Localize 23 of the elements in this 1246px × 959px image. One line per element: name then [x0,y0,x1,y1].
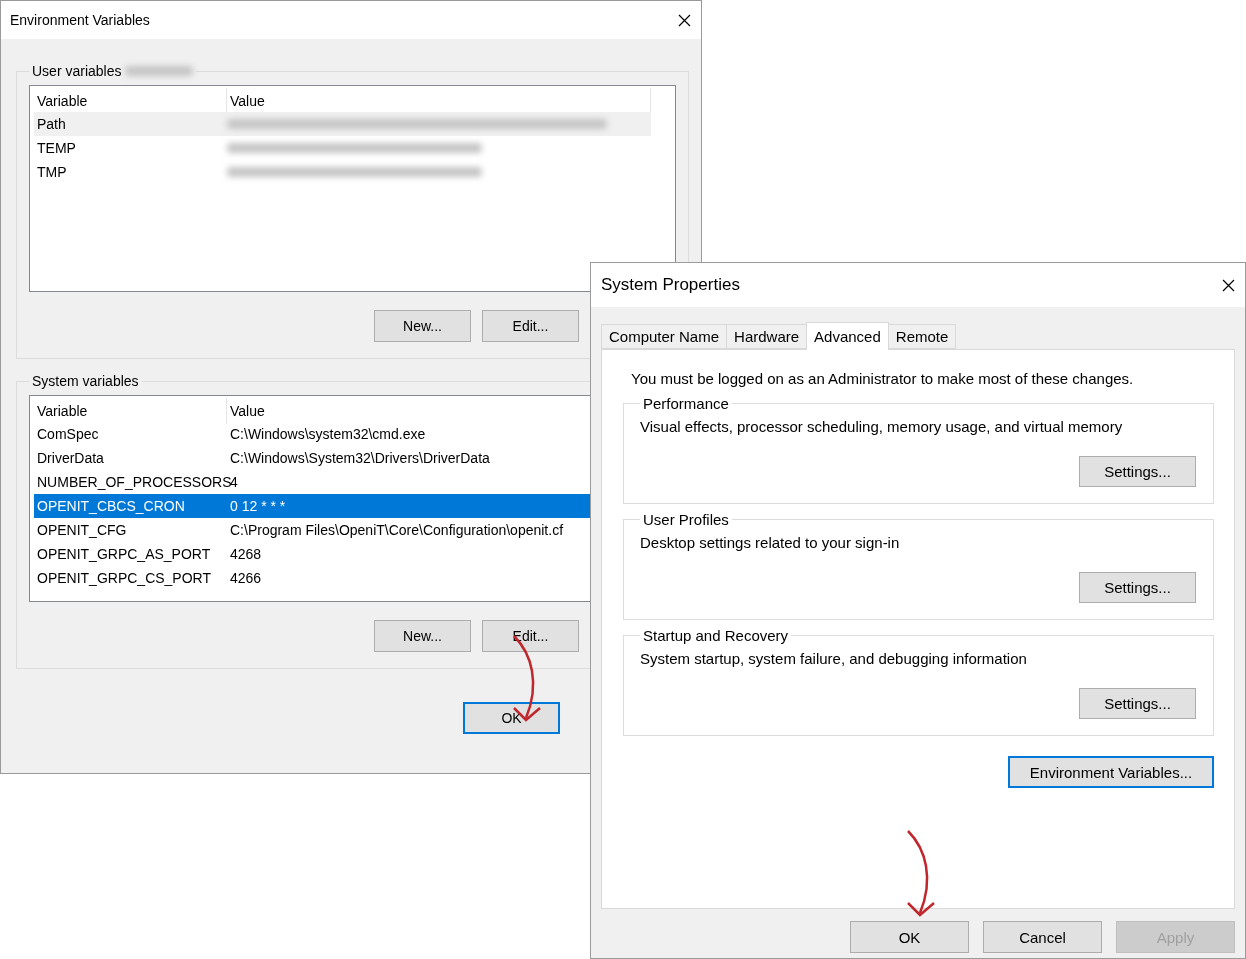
window-title: Environment Variables [10,12,150,28]
variable-value: 4266 [229,570,263,586]
variable-name: Path [36,116,67,132]
variable-value: C:\Program Files\OpeniT\Core\Configuration\openit.cf [229,522,565,538]
variable-value: 0 12 * * * [229,498,287,514]
notice-text: You must be logged on as an Administrator to make most of these changes. [631,370,1135,387]
variable-name: DriverData [36,450,105,466]
variable-name: OPENIT_GRPC_CS_PORT [36,570,212,586]
group-label: User variables [32,63,122,79]
group-description: Desktop settings related to your sign-in [640,534,901,551]
variable-name: TMP [36,164,68,180]
group-description: System startup, system failure, and debugging information [640,650,1028,667]
group-label: Startup and Recovery [643,627,789,644]
variable-value: 4268 [229,546,263,562]
variable-name: ComSpec [36,426,100,442]
group-label: System variables [32,373,139,389]
variable-name: OPENIT_CBCS_CRON [36,498,186,514]
variable-name: TEMP [36,140,77,156]
window-title: System Properties [601,275,740,295]
variable-value: 4 [230,474,239,490]
variable-name: OPENIT_CFG [36,522,128,538]
variable-value: C:\Windows\System32\Drivers\DriverData [229,450,491,466]
variable-name: OPENIT_GRPC_AS_PORT [36,546,212,562]
